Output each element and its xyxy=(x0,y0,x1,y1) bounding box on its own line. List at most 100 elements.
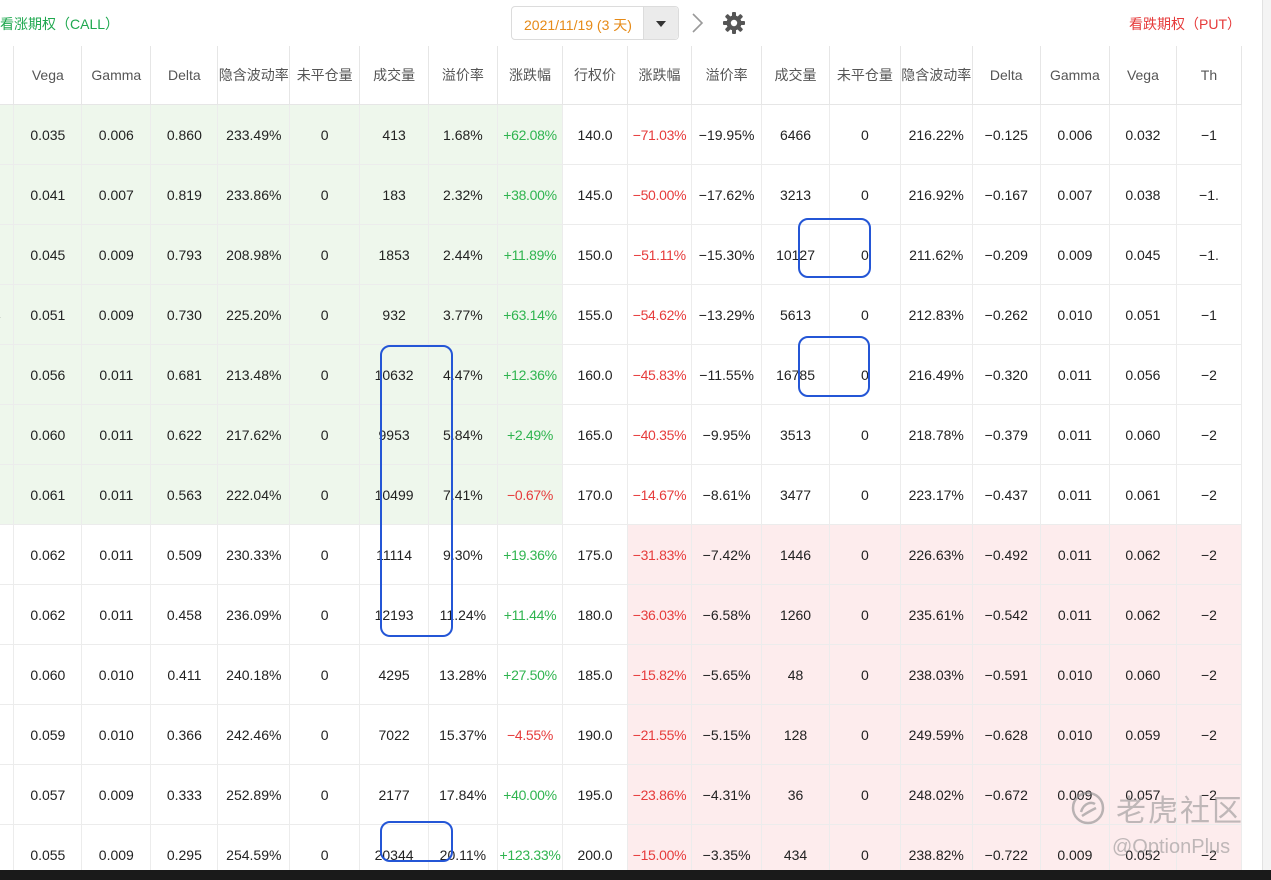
watermark: 老虎社区 @OptionPlus xyxy=(1066,786,1256,866)
table-row[interactable]: 50.0610.0110.563222.04%0104997.41%−0.67%… xyxy=(0,464,1243,525)
gear-icon[interactable] xyxy=(722,11,746,35)
table-row[interactable]: 50.0620.0110.509230.33%0111149.30%+19.36… xyxy=(0,524,1243,585)
table-cell: −11.55% xyxy=(691,344,763,405)
table-row[interactable]: 70.0550.0090.295254.59%02034420.11%+123.… xyxy=(0,824,1243,870)
table-cell: 0 xyxy=(829,404,901,465)
table-cell: 0.011 xyxy=(1040,584,1110,645)
table-cell: −0.591 xyxy=(972,644,1041,705)
table-cell: −31.83% xyxy=(627,524,693,585)
table-cell: 4.47% xyxy=(428,344,498,405)
table-cell: 230.33% xyxy=(217,524,291,585)
table-cell: 0 xyxy=(829,104,901,165)
column-header[interactable]: 涨跌幅 xyxy=(627,46,693,105)
column-header[interactable]: Th xyxy=(1176,46,1243,105)
table-cell: 0 xyxy=(829,644,901,705)
table-cell: 3 xyxy=(0,104,15,165)
table-cell: −0.542 xyxy=(972,584,1041,645)
table-cell: 0.011 xyxy=(1040,464,1110,525)
table-row[interactable]: 80.0560.0110.681213.48%0106324.47%+12.36… xyxy=(0,344,1243,405)
column-header[interactable]: Gamma xyxy=(1040,46,1110,105)
table-cell: 1446 xyxy=(761,524,831,585)
option-chain-table-container[interactable]: Vega Gamma Delta 隐含波动率 未平仓量 成交量 溢价率 涨跌幅 行权价 涨跌幅 溢价… xyxy=(0,46,1262,870)
table-row[interactable]: 00.0620.0110.458236.09%01219311.24%+11.4… xyxy=(0,584,1243,645)
table-cell: −1. xyxy=(1176,224,1243,285)
table-row[interactable]: 50.0570.0090.333252.89%0217717.84%+40.00… xyxy=(0,764,1243,825)
column-header[interactable]: Gamma xyxy=(81,46,152,105)
table-cell: −1 xyxy=(1176,104,1243,165)
table-cell: −14.67% xyxy=(627,464,693,525)
column-header[interactable]: 成交量 xyxy=(761,46,831,105)
column-header[interactable]: 未平仓量 xyxy=(829,46,901,105)
table-row[interactable]: 40.0510.0090.730225.20%09323.77%+63.14%1… xyxy=(0,284,1243,345)
table-cell: 5 xyxy=(0,764,15,825)
table-cell: −54.62% xyxy=(627,284,693,345)
table-row[interactable]: 00.0410.0070.819233.86%01832.32%+38.00%1… xyxy=(0,164,1243,225)
table-cell: 0.730 xyxy=(150,284,219,345)
table-cell: 10632 xyxy=(359,344,430,405)
table-cell: 0.062 xyxy=(1109,524,1177,585)
column-header[interactable]: 溢价率 xyxy=(691,46,763,105)
strike-cell: 150.0 xyxy=(562,224,628,285)
table-row[interactable]: 00.0600.0100.411240.18%0429513.28%+27.50… xyxy=(0,644,1243,705)
table-cell: 36 xyxy=(761,764,831,825)
column-header[interactable]: 成交量 xyxy=(359,46,430,105)
column-header[interactable]: 溢价率 xyxy=(428,46,498,105)
table-cell: 0 xyxy=(829,164,901,225)
strike-cell: 185.0 xyxy=(562,644,628,705)
column-header[interactable]: 行权价 xyxy=(562,46,628,105)
expiry-date-select[interactable]: 2021/11/19 (3 天) xyxy=(511,6,679,40)
table-cell: −8.61% xyxy=(691,464,763,525)
table-cell: 0 xyxy=(289,344,361,405)
table-cell: −15.00% xyxy=(627,824,693,870)
table-cell: −2 xyxy=(1176,644,1243,705)
column-header[interactable]: 隐含波动率 xyxy=(217,46,291,105)
table-cell: −5.15% xyxy=(691,704,763,765)
table-row[interactable]: 80.0590.0100.366242.46%0702215.37%−4.55%… xyxy=(0,704,1243,765)
table-cell: 0.009 xyxy=(1040,224,1110,285)
column-header[interactable]: Vega xyxy=(1109,46,1177,105)
column-header[interactable]: 未平仓量 xyxy=(289,46,361,105)
strike-cell: 160.0 xyxy=(562,344,628,405)
table-cell: 10127 xyxy=(761,224,831,285)
table-row[interactable]: 80.0600.0110.622217.62%099535.84%+2.49%1… xyxy=(0,404,1243,465)
toolbar: 看涨期权（CALL） 2021/11/19 (3 天) 看跌期权（PUT） xyxy=(0,0,1271,46)
table-cell: 16785 xyxy=(761,344,831,405)
table-cell: 0.038 xyxy=(1109,164,1177,225)
vertical-scrollbar[interactable] xyxy=(1262,0,1271,870)
table-cell: 0 xyxy=(289,104,361,165)
table-row[interactable]: 60.0450.0090.793208.98%018532.44%+11.89%… xyxy=(0,224,1243,285)
table-cell: 0.051 xyxy=(1109,284,1177,345)
column-header[interactable]: 涨跌幅 xyxy=(497,46,564,105)
table-cell: 1.68% xyxy=(428,104,498,165)
table-cell: −2 xyxy=(1176,584,1243,645)
table-cell: +11.44% xyxy=(497,584,564,645)
table-cell: −15.82% xyxy=(627,644,693,705)
table-cell: 0.333 xyxy=(150,764,219,825)
dropdown-toggle[interactable] xyxy=(643,7,678,39)
table-cell: 0.366 xyxy=(150,704,219,765)
table-cell: 0.509 xyxy=(150,524,219,585)
table-cell: 0 xyxy=(829,284,901,345)
table-cell: 48 xyxy=(761,644,831,705)
table-cell: 0 xyxy=(289,704,361,765)
table-cell: −6.58% xyxy=(691,584,763,645)
table-cell: 10499 xyxy=(359,464,430,525)
table-cell: 5 xyxy=(0,524,15,585)
table-row[interactable]: 30.0350.0060.860233.49%04131.68%+62.08%1… xyxy=(0,104,1243,165)
column-header[interactable]: Vega xyxy=(13,46,83,105)
table-cell: −19.95% xyxy=(691,104,763,165)
table-cell: 0.458 xyxy=(150,584,219,645)
table-cell: 0.563 xyxy=(150,464,219,525)
table-cell: 0.010 xyxy=(81,704,152,765)
table-cell: 12193 xyxy=(359,584,430,645)
strike-cell: 155.0 xyxy=(562,284,628,345)
table-cell: 0.061 xyxy=(1109,464,1177,525)
column-header[interactable]: Delta xyxy=(972,46,1041,105)
column-header[interactable]: 隐含波动率 xyxy=(900,46,973,105)
option-chain-table: Vega Gamma Delta 隐含波动率 未平仓量 成交量 溢价率 涨跌幅 行权价 涨跌幅 溢价… xyxy=(0,46,1243,870)
column-header[interactable] xyxy=(0,46,15,105)
chevron-right-icon[interactable] xyxy=(686,9,708,37)
table-cell: 0.860 xyxy=(150,104,219,165)
column-header[interactable]: Delta xyxy=(150,46,219,105)
table-cell: 0 xyxy=(829,704,901,765)
